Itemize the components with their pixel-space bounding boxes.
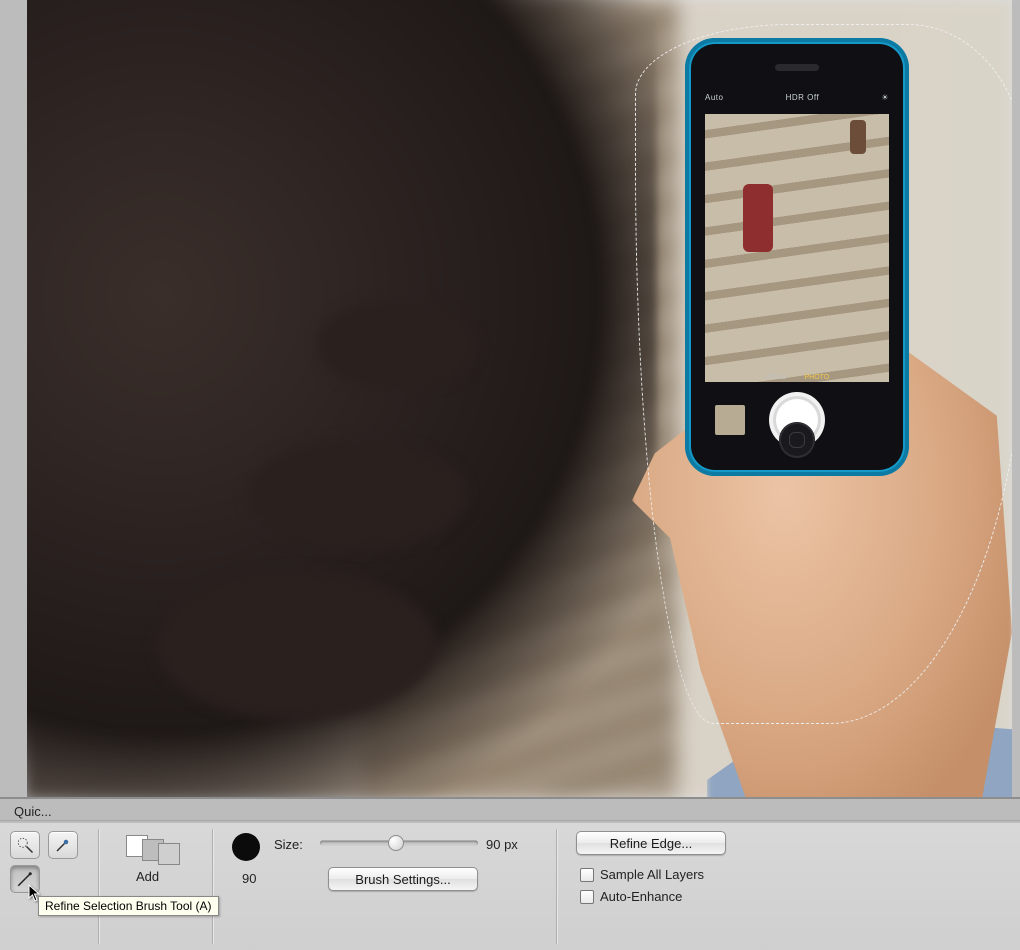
brush-settings-button[interactable]: Brush Settings...	[328, 867, 478, 891]
photo-content: Auto HDR Off ☀ VIDEO PHOTO	[27, 0, 1012, 797]
auto-enhance-label: Auto-Enhance	[600, 889, 682, 904]
selection-brush-tool-button[interactable]	[48, 831, 78, 859]
selection-mode-label: Add	[136, 869, 159, 884]
tool-tooltip: Refine Selection Brush Tool (A)	[38, 896, 219, 916]
auto-enhance-checkbox[interactable]: Auto-Enhance	[580, 889, 682, 904]
photo-phone: Auto HDR Off ☀ VIDEO PHOTO	[685, 38, 909, 476]
canvas-left-gutter	[0, 0, 27, 797]
document-canvas[interactable]: Auto HDR Off ☀ VIDEO PHOTO	[27, 0, 1012, 797]
brush-size-numeric: 90	[242, 871, 256, 886]
phone-top-left: Auto	[705, 93, 723, 102]
sample-all-layers-label: Sample All Layers	[600, 867, 704, 882]
phone-top-center: HDR Off	[786, 93, 820, 102]
sample-all-layers-checkbox[interactable]: Sample All Layers	[580, 867, 704, 882]
brush-size-slider[interactable]	[320, 833, 478, 853]
refine-edge-button[interactable]: Refine Edge...	[576, 831, 726, 855]
brush-size-label: Size:	[274, 837, 303, 852]
phone-mode-photo: PHOTO	[805, 374, 830, 381]
phone-mode-video: VIDEO	[765, 374, 787, 381]
tool-options-panel: Add 90 Size: 90 px Brush Settings... Ref…	[0, 823, 1020, 950]
brush-preview-dot	[232, 833, 260, 861]
quick-selection-tool-button[interactable]	[10, 831, 40, 859]
brush-size-value: 90 px	[486, 837, 518, 852]
selection-mode-toggle[interactable]	[116, 831, 184, 867]
panel-title: Quic...	[14, 804, 52, 819]
